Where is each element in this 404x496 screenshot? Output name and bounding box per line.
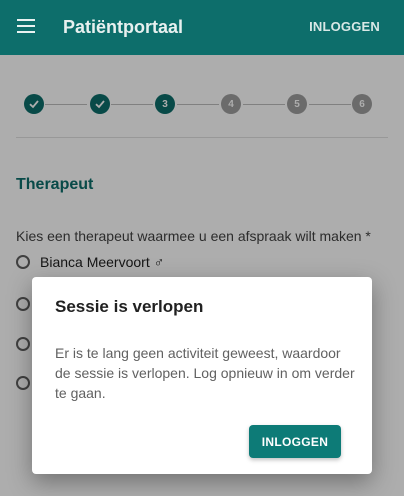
app-bar: Patiëntportaal INLOGGEN	[0, 0, 404, 55]
session-expired-dialog: Sessie is verlopen Er is te lang geen ac…	[32, 277, 372, 474]
login-button[interactable]: INLOGGEN	[309, 19, 380, 34]
dialog-login-button[interactable]: INLOGGEN	[249, 425, 341, 458]
menu-icon[interactable]	[17, 19, 35, 33]
dialog-title: Sessie is verlopen	[55, 297, 204, 316]
app-title: Patiëntportaal	[63, 17, 184, 37]
dialog-message: Er is te lang geen activiteit geweest, w…	[55, 345, 355, 401]
